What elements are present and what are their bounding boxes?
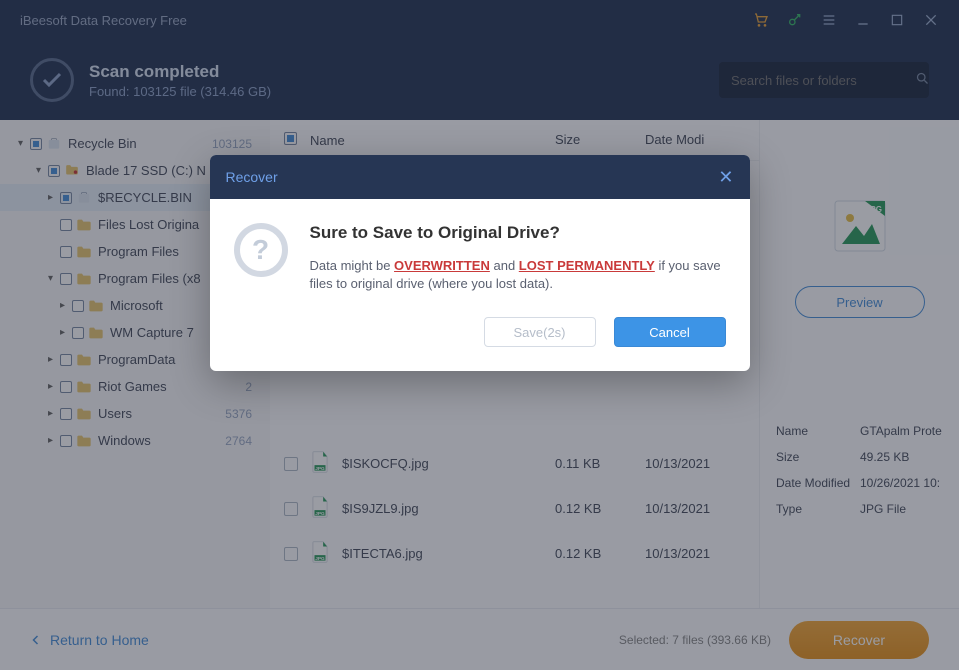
dialog-close-icon[interactable]: ✕ (718, 167, 733, 188)
modal-overlay: Recover ✕ ? Sure to Save to Original Dri… (0, 0, 959, 670)
confirm-dialog: Recover ✕ ? Sure to Save to Original Dri… (210, 155, 750, 371)
dialog-cancel-button[interactable]: Cancel (614, 317, 726, 347)
question-icon: ? (234, 223, 288, 277)
dialog-save-button[interactable]: Save(2s) (484, 317, 596, 347)
dialog-title: Recover (226, 169, 719, 185)
dialog-heading: Sure to Save to Original Drive? (310, 223, 726, 243)
dialog-message: Data might be OVERWRITTEN and LOST PERMA… (310, 257, 726, 293)
